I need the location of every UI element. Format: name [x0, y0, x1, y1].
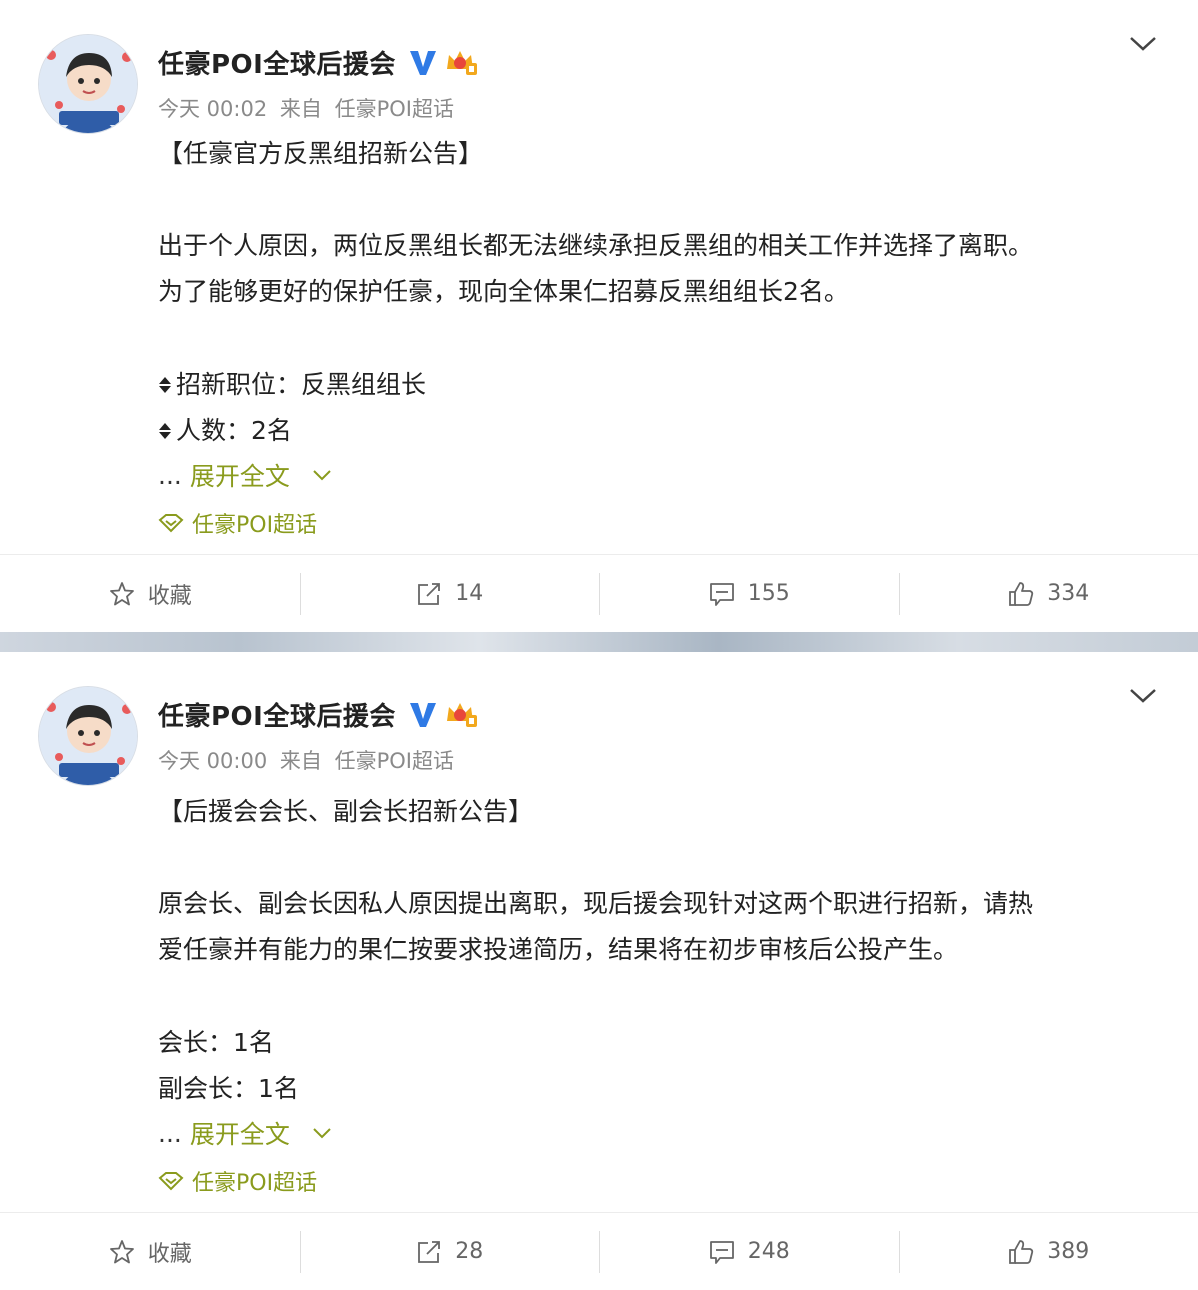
source-prefix: 来自 [280, 749, 322, 773]
supertopic-icon [158, 513, 184, 533]
chevron-down-icon[interactable] [1128, 32, 1158, 54]
post-title: 【任豪官方反黑组招新公告】 [158, 134, 483, 170]
action-bar: 收藏 28 248 389 [0, 1212, 1198, 1290]
post-body-line: 原会长、副会长因私人原因提出离职，现后援会现针对这两个职进行招新，请热 [158, 884, 1033, 920]
favorite-label: 收藏 [148, 1236, 192, 1268]
repost-count: 14 [455, 581, 483, 606]
post-time: 今天 00:02 [158, 97, 267, 121]
supertopic-label[interactable]: 任豪POI超话 [192, 507, 317, 539]
supertopic-label[interactable]: 任豪POI超话 [192, 1165, 317, 1197]
like-button[interactable]: 389 [899, 1213, 1198, 1290]
expand-row: ... 展开全文 [158, 457, 332, 493]
share-icon [415, 580, 443, 608]
comment-button[interactable]: 155 [599, 555, 899, 632]
favorite-button[interactable]: 收藏 [0, 1213, 300, 1290]
supertopic-icon [158, 1171, 184, 1191]
post-item: 招新职位：反黑组组长 [158, 365, 426, 401]
verified-v-icon [408, 47, 438, 77]
ellipsis: ... [158, 1119, 182, 1148]
post-body-line: 出于个人原因，两位反黑组长都无法继续承担反黑组的相关工作并选择了离职。 [158, 226, 1033, 262]
favorite-label: 收藏 [148, 578, 192, 610]
post-item: 人数：2名 [158, 411, 292, 447]
source-prefix: 来自 [280, 97, 322, 121]
star-icon [108, 580, 136, 608]
feed-separator [0, 632, 1198, 652]
like-count: 389 [1047, 1239, 1089, 1264]
ellipsis: ... [158, 461, 182, 490]
post-meta: 今天 00:00 来自 任豪POI超话 [158, 745, 454, 775]
crown-badge-icon [444, 47, 478, 77]
post-time: 今天 00:00 [158, 749, 267, 773]
author-name[interactable]: 任豪POI全球后援会 [158, 44, 396, 81]
post-meta: 今天 00:02 来自 任豪POI超话 [158, 93, 454, 123]
comment-button[interactable]: 248 [599, 1213, 899, 1290]
share-icon [415, 1238, 443, 1266]
verified-v-icon [408, 699, 438, 729]
post-source[interactable]: 任豪POI超话 [335, 97, 454, 121]
repost-count: 28 [455, 1239, 483, 1264]
supertopic-link[interactable]: 任豪POI超话 [158, 1165, 317, 1197]
comment-icon [708, 1238, 736, 1266]
comment-count: 248 [748, 1239, 790, 1264]
weibo-post-2: 任豪POI全球后援会 今天 00:00 来自 任豪POI超话 【后援会会长、副会… [0, 652, 1198, 1286]
author-avatar[interactable] [38, 34, 138, 134]
thumbs-up-icon [1007, 580, 1035, 608]
like-count: 334 [1047, 581, 1089, 606]
repost-button[interactable]: 28 [300, 1213, 600, 1290]
post-title: 【后援会会长、副会长招新公告】 [158, 792, 533, 828]
post-item-text: 人数：2名 [176, 416, 292, 445]
post-item-text: 招新职位：反黑组组长 [176, 370, 426, 399]
post-source[interactable]: 任豪POI超话 [335, 749, 454, 773]
author-name[interactable]: 任豪POI全球后援会 [158, 696, 396, 733]
avatar-image [39, 687, 138, 786]
author-avatar[interactable] [38, 686, 138, 786]
repost-button[interactable]: 14 [300, 555, 600, 632]
supertopic-link[interactable]: 任豪POI超话 [158, 507, 317, 539]
post-item: 副会长：1名 [158, 1069, 299, 1105]
chevron-down-icon[interactable] [312, 468, 332, 482]
expand-row: ... 展开全文 [158, 1115, 332, 1151]
comment-icon [708, 580, 736, 608]
diamond-bullet-icon [158, 420, 172, 442]
avatar-image [39, 35, 138, 134]
crown-badge-icon [444, 699, 478, 729]
post-item: 会长：1名 [158, 1023, 274, 1059]
chevron-down-icon[interactable] [312, 1126, 332, 1140]
favorite-button[interactable]: 收藏 [0, 555, 300, 632]
author-row: 任豪POI全球后援会 [158, 42, 478, 82]
action-bar: 收藏 14 155 334 [0, 554, 1198, 632]
expand-full-text-link[interactable]: 展开全文 [190, 457, 290, 493]
diamond-bullet-icon [158, 374, 172, 396]
star-icon [108, 1238, 136, 1266]
post-body-line: 为了能够更好的保护任豪，现向全体果仁招募反黑组组长2名。 [158, 272, 849, 308]
post-body-line: 爱任豪并有能力的果仁按要求投递简历，结果将在初步审核后公投产生。 [158, 930, 958, 966]
author-row: 任豪POI全球后援会 [158, 694, 478, 734]
like-button[interactable]: 334 [899, 555, 1198, 632]
chevron-down-icon[interactable] [1128, 684, 1158, 706]
comment-count: 155 [748, 581, 790, 606]
weibo-post-1: 任豪POI全球后援会 今天 00:02 来自 任豪POI超话 【任豪官方反黑组招… [0, 0, 1198, 632]
thumbs-up-icon [1007, 1238, 1035, 1266]
expand-full-text-link[interactable]: 展开全文 [190, 1115, 290, 1151]
